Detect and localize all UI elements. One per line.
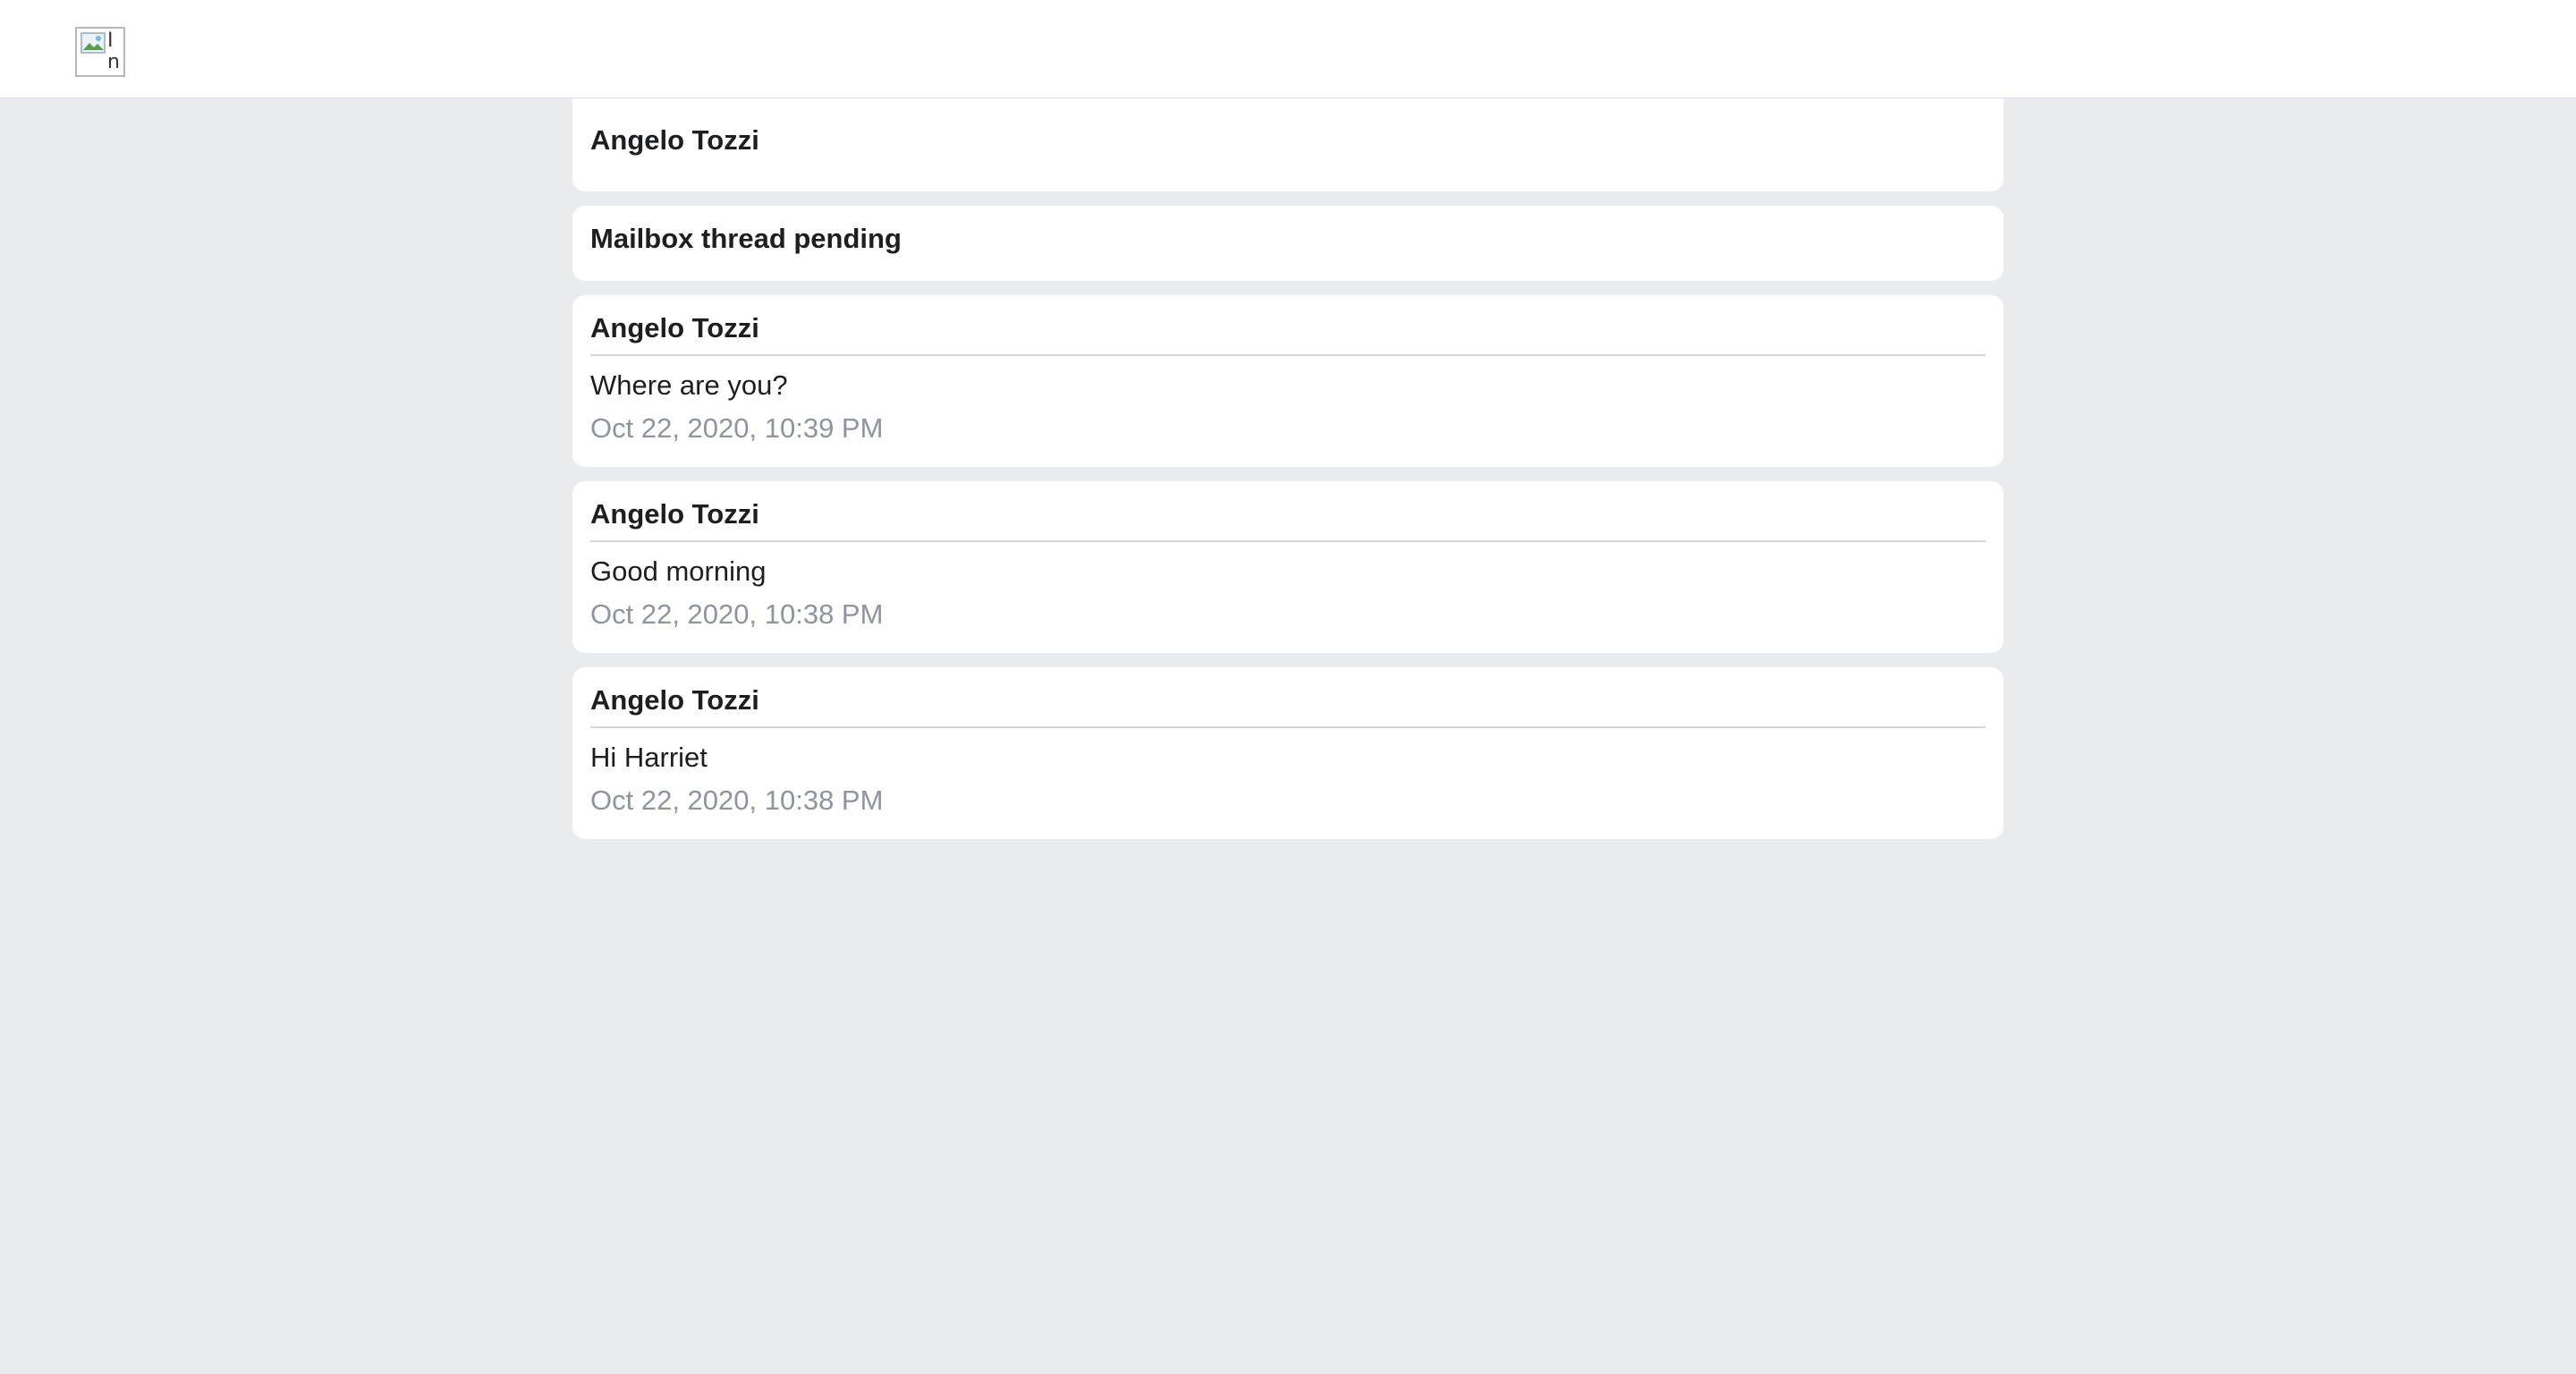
message-thread: Angelo Tozzi Mailbox thread pending Ange…	[572, 98, 2004, 853]
message-timestamp: Oct 22, 2020, 10:38 PM	[590, 785, 884, 816]
message-text: Where are you?	[590, 369, 788, 401]
broken-image-icon	[80, 32, 106, 54]
message-sender[interactable]: Angelo Tozzi	[590, 683, 1986, 728]
top-bar: In	[0, 0, 2576, 98]
message-sender[interactable]: Angelo Tozzi	[590, 497, 1986, 542]
pending-notice-card: Mailbox thread pending	[572, 206, 2004, 281]
message-text: Good morning	[590, 556, 767, 587]
message-text: Hi Harriet	[590, 742, 708, 773]
pending-notice: Mailbox thread pending	[590, 223, 902, 254]
message-card: Angelo Tozzi Good morning Oct 22, 2020, …	[572, 481, 2004, 653]
message-card: Angelo Tozzi Hi Harriet Oct 22, 2020, 10…	[572, 667, 2004, 839]
message-sender[interactable]: Angelo Tozzi	[590, 311, 1986, 356]
message-timestamp: Oct 22, 2020, 10:39 PM	[590, 412, 884, 444]
message-timestamp: Oct 22, 2020, 10:38 PM	[590, 598, 884, 630]
message-card: Angelo Tozzi Where are you? Oct 22, 2020…	[572, 295, 2004, 467]
contact-header-card: Angelo Tozzi	[572, 98, 2004, 191]
contact-name[interactable]: Angelo Tozzi	[590, 123, 1986, 157]
logo-broken-image-icon[interactable]: In	[75, 27, 125, 77]
logo-alt-text: In	[107, 30, 120, 73]
